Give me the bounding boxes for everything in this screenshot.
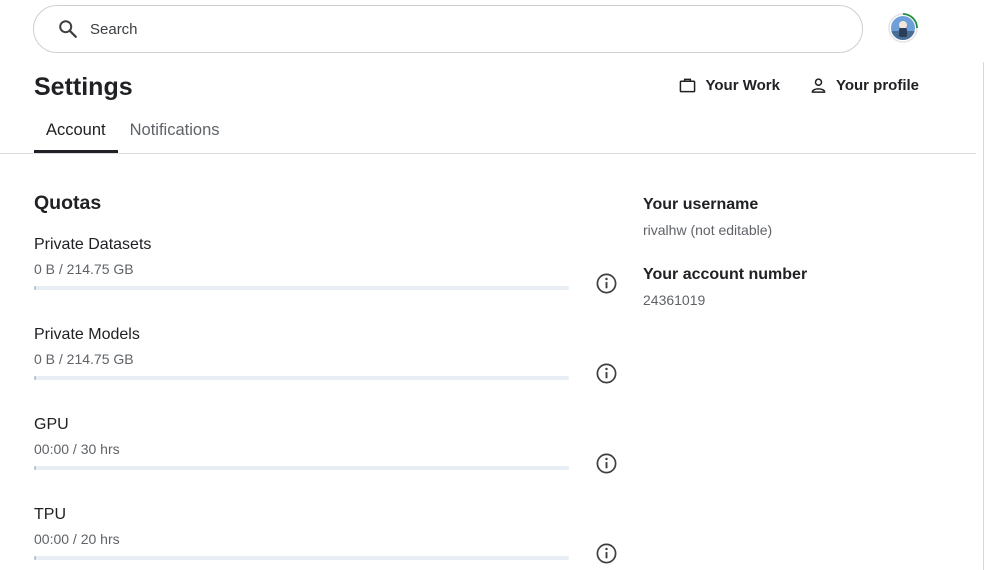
your-profile-link[interactable]: Your profile — [810, 77, 919, 94]
your-work-label: Your Work — [705, 77, 780, 94]
account-number-value: 24361019 — [643, 292, 706, 308]
account-number-label: Your account number — [643, 266, 808, 283]
your-profile-label: Your profile — [835, 77, 919, 94]
briefcase-icon — [679, 77, 696, 94]
tabs-divider — [0, 153, 976, 154]
quota-progress-bar — [34, 556, 569, 560]
quota-value: 00:00 / 20 hrs — [34, 531, 120, 547]
settings-tabs: Account Notifications — [34, 118, 232, 153]
quota-label: GPU — [34, 416, 69, 433]
info-icon[interactable] — [595, 452, 618, 475]
your-work-link[interactable]: Your Work — [679, 77, 780, 94]
search-input[interactable] — [90, 20, 790, 38]
info-icon[interactable] — [595, 272, 618, 295]
avatar[interactable] — [888, 13, 918, 43]
tab-account[interactable]: Account — [34, 118, 118, 153]
username-value: rivalhw (not editable) — [643, 222, 773, 238]
quota-gpu: GPU 00:00 / 30 hrs — [34, 416, 624, 496]
quota-label: Private Models — [34, 326, 140, 343]
quota-tpu: TPU 00:00 / 20 hrs — [34, 506, 624, 570]
quota-value: 00:00 / 30 hrs — [34, 441, 120, 457]
quota-progress-bar — [34, 376, 569, 380]
quota-private-models: Private Models 0 B / 214.75 GB — [34, 326, 624, 406]
account-number-block: Your account number 24361019 — [643, 266, 807, 308]
quota-value: 0 B / 214.75 GB — [34, 261, 134, 277]
quota-value: 0 B / 214.75 GB — [34, 351, 134, 367]
username-block: Your username rivalhw (not editable) — [643, 196, 772, 238]
quota-private-datasets: Private Datasets 0 B / 214.75 GB — [34, 236, 624, 316]
quota-label: TPU — [34, 506, 66, 523]
username-label: Your username — [643, 196, 759, 213]
quota-progress-bar — [34, 286, 569, 290]
page-title: Settings — [34, 73, 133, 101]
person-icon — [810, 77, 827, 94]
info-icon[interactable] — [595, 362, 618, 385]
info-icon[interactable] — [595, 542, 618, 565]
header-links: Your Work Your profile — [679, 77, 919, 94]
quota-label: Private Datasets — [34, 236, 152, 253]
search-bar[interactable] — [33, 5, 863, 53]
tab-notifications[interactable]: Notifications — [118, 118, 232, 153]
quotas-title: Quotas — [34, 192, 102, 214]
quota-progress-bar — [34, 466, 569, 470]
settings-page: Settings Your Work Your profile Account — [0, 0, 984, 570]
search-icon — [56, 17, 80, 41]
